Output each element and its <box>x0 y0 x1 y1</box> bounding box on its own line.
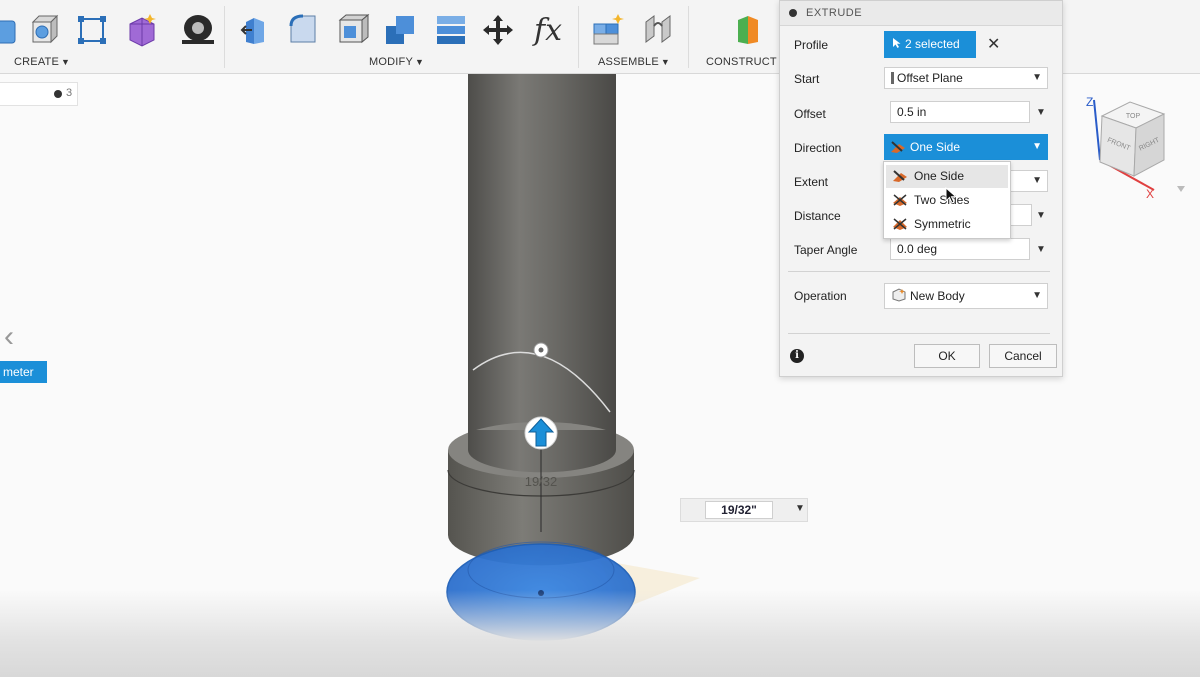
chevron-down-icon: ▼ <box>1032 141 1042 152</box>
ok-button[interactable]: OK <box>914 344 980 368</box>
menu-item-one-side[interactable]: One Side <box>886 165 1008 188</box>
two-sides-icon <box>893 194 907 206</box>
taper-dropdown-icon[interactable]: ▼ <box>1036 244 1046 255</box>
z-axis-line <box>1093 99 1101 161</box>
operation-select[interactable]: New Body ▼ <box>884 283 1048 309</box>
dimension-label: 19/32 <box>525 474 558 489</box>
offset-dropdown-icon[interactable]: ▼ <box>1036 107 1046 118</box>
taper-input[interactable]: 0.0 deg <box>890 238 1030 260</box>
create-label: CREATE <box>14 56 60 68</box>
offset-plane-icon <box>891 72 894 84</box>
chevron-down-icon[interactable]: ▼ <box>795 503 805 514</box>
dialog-titlebar[interactable]: EXTRUDE <box>780 1 1062 26</box>
extent-label: Extent <box>794 175 829 189</box>
menu-item-symmetric[interactable]: Symmetric <box>886 213 1008 236</box>
modify-menu[interactable]: MODIFY ▼ <box>369 56 424 68</box>
profile-label: Profile <box>794 38 829 52</box>
assemble-menu[interactable]: ASSEMBLE ▼ <box>598 56 670 68</box>
parameters-glyph: fx <box>533 12 563 48</box>
form-icon[interactable] <box>122 10 162 50</box>
chevron-left-icon[interactable]: ‹ <box>4 322 14 352</box>
menu-item-label: Symmetric <box>914 217 971 231</box>
joint-icon[interactable] <box>638 10 678 50</box>
viewcube-menu-icon[interactable] <box>1177 186 1185 192</box>
dimension-input[interactable]: 19/32" <box>705 501 773 519</box>
cursor-select-icon <box>893 38 901 48</box>
press-pull-icon[interactable] <box>236 10 276 50</box>
dialog-title: EXTRUDE <box>806 7 863 19</box>
cancel-button[interactable]: Cancel <box>989 344 1057 368</box>
taper-label: Taper Angle <box>794 243 858 257</box>
close-icon[interactable]: ✕ <box>987 34 1000 54</box>
dialog-divider <box>788 333 1050 334</box>
new-component-icon[interactable] <box>588 10 628 50</box>
parameter-tag[interactable]: meter <box>0 361 47 383</box>
shell-icon[interactable] <box>332 10 372 50</box>
menu-item-label: Two Sides <box>914 193 970 207</box>
chevron-down-icon: ▼ <box>1032 175 1042 186</box>
start-value: Offset Plane <box>897 71 963 85</box>
browser-panel[interactable]: 3 <box>0 82 78 106</box>
browser-counter: 3 <box>66 87 73 99</box>
move-icon[interactable] <box>478 10 518 50</box>
viewport-bottom-fade <box>0 590 1200 677</box>
start-select[interactable]: Offset Plane ▼ <box>884 67 1048 89</box>
distance-dropdown-icon[interactable]: ▼ <box>1036 210 1046 221</box>
combine-icon[interactable] <box>380 10 420 50</box>
coil-icon[interactable] <box>178 10 218 50</box>
box-icon[interactable] <box>0 10 26 50</box>
toolbar-separator <box>224 6 225 68</box>
dialog-divider <box>788 271 1050 272</box>
x-axis-label: X <box>1146 187 1154 201</box>
chevron-down-icon: ▼ <box>1032 72 1042 83</box>
browser-pin-icon[interactable] <box>54 90 62 98</box>
info-icon[interactable]: i <box>790 349 804 363</box>
assemble-label: ASSEMBLE <box>598 56 659 68</box>
dimension-input-box: 19/32" ▼ <box>680 498 808 522</box>
extrude-arrow-icon[interactable] <box>524 416 558 450</box>
modify-label: MODIFY <box>369 56 413 68</box>
toolbar-separator <box>688 6 689 68</box>
distance-input[interactable] <box>1010 204 1032 226</box>
sketch-box-icon[interactable] <box>25 10 65 50</box>
viewcube[interactable]: Z X TOP FRONT RIGHT <box>1076 82 1192 202</box>
create-caret-icon: ▼ <box>61 57 71 67</box>
fillet-icon[interactable] <box>283 10 323 50</box>
parameters-icon[interactable]: fx <box>528 10 568 50</box>
direction-value: One Side <box>910 140 961 154</box>
extent-select[interactable]: ▼ <box>1010 170 1048 192</box>
assemble-caret-icon: ▼ <box>660 57 671 67</box>
fusion-window: 19/32 CREATE ▼ fx MODIFY ▼ ASSEMBLE ▼ CO… <box>0 0 1200 677</box>
direction-select[interactable]: One Side ▼ <box>884 134 1048 160</box>
taper-handle-center <box>538 347 544 353</box>
construct-label: CONSTRUCT <box>706 56 777 68</box>
chevron-down-icon: ▼ <box>1032 290 1042 301</box>
new-body-icon <box>892 288 906 302</box>
viewcube-top-label: TOP <box>1126 113 1141 120</box>
toolbar-separator <box>578 6 579 68</box>
operation-value: New Body <box>910 289 965 303</box>
z-axis-label: Z <box>1086 95 1093 109</box>
modify-caret-icon: ▼ <box>414 57 425 67</box>
plane-icon[interactable] <box>728 10 768 50</box>
offset-label: Offset <box>794 107 826 121</box>
start-label: Start <box>794 72 820 86</box>
operation-label: Operation <box>794 289 847 303</box>
sketch-rectangle-icon[interactable] <box>72 10 112 50</box>
menu-item-label: One Side <box>914 169 965 183</box>
offset-input[interactable]: 0.5 in <box>890 101 1030 123</box>
direction-label: Direction <box>794 141 842 155</box>
offset-face-icon[interactable] <box>431 10 471 50</box>
symmetric-icon <box>893 218 907 230</box>
dialog-pin-icon[interactable] <box>789 9 797 17</box>
profile-select-button[interactable]: 2 selected <box>884 31 976 58</box>
distance-label: Distance <box>794 209 841 223</box>
create-menu[interactable]: CREATE ▼ <box>14 56 70 68</box>
one-side-icon <box>893 170 907 182</box>
one-side-icon <box>891 141 905 153</box>
profile-value: 2 selected <box>905 37 960 51</box>
construct-menu[interactable]: CONSTRUCT <box>706 56 777 68</box>
mouse-cursor-icon <box>945 187 958 204</box>
